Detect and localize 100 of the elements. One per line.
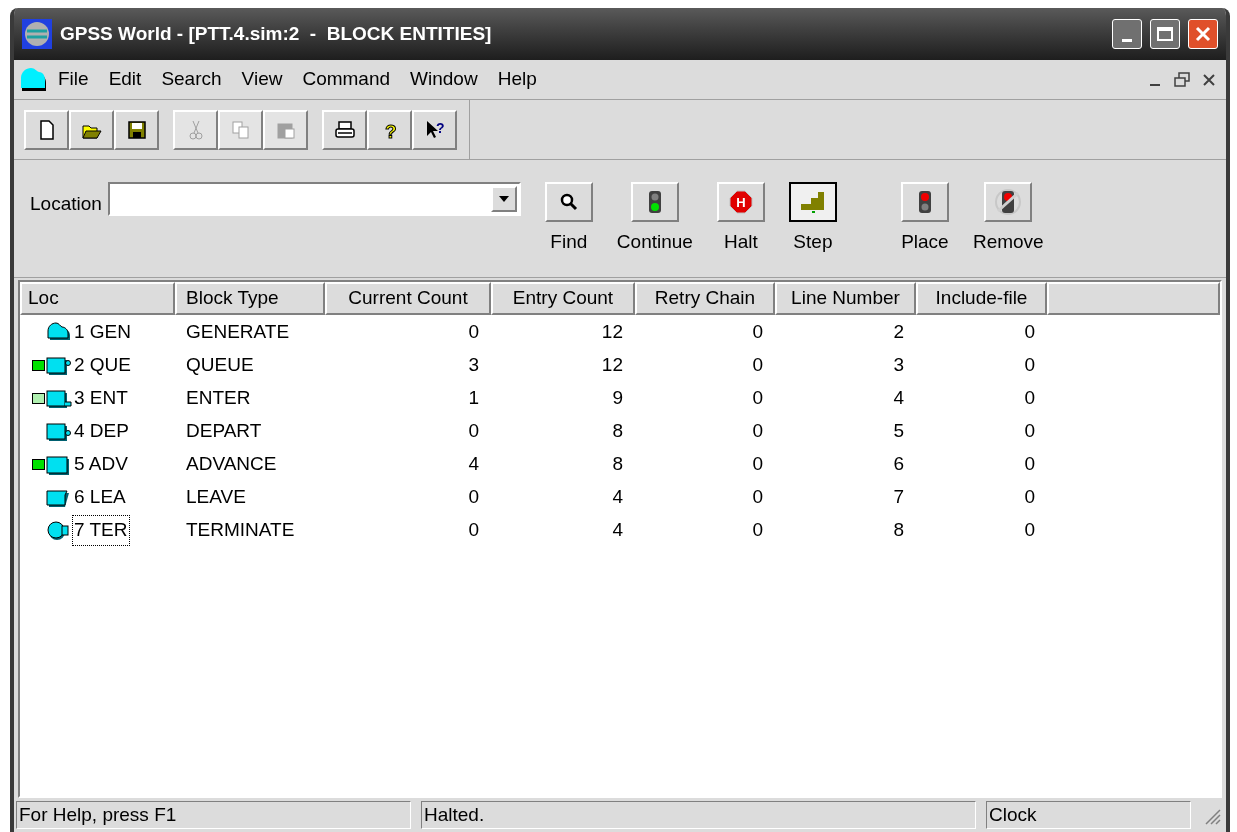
status-pane: Clock [986, 801, 1191, 829]
table-cell-text: 0 [752, 353, 763, 378]
table-cell-text: 0 [752, 485, 763, 510]
toolbar-button[interactable] [114, 109, 159, 150]
command-label: Continue [616, 230, 693, 254]
globe-icon [22, 19, 52, 49]
table-cell-text: 0 [1024, 518, 1035, 543]
table-cell-text: DEPART [186, 419, 262, 444]
table-cell-text: 5 [893, 419, 904, 444]
close-icon [1195, 26, 1211, 42]
toolbar-button[interactable] [24, 109, 69, 150]
block-icon [45, 354, 73, 377]
menu-item[interactable]: Window [400, 65, 488, 94]
menu-item[interactable]: Search [151, 65, 232, 94]
table-cell-text: 8 [612, 419, 623, 444]
menu-item[interactable]: Help [487, 65, 547, 94]
command-button[interactable]: H [716, 182, 765, 222]
table-cell-text: 0 [752, 386, 763, 411]
menu-item[interactable]: File [48, 65, 99, 94]
minimize-icon [1122, 39, 1132, 42]
column-header[interactable]: Entry Count [491, 282, 635, 315]
close-icon[interactable] [1202, 72, 1216, 87]
table-cell-text: 4 [893, 386, 904, 411]
table-cell-text: 3 [893, 353, 904, 378]
table-cell: 7 TER [73, 516, 129, 545]
table-cell-text: 7 [893, 485, 904, 510]
table-cell-text: TERMINATE [186, 518, 295, 543]
minimize-icon[interactable] [1150, 83, 1160, 86]
table-cell-text: 1 GEN [73, 320, 133, 345]
traffic-light-icon [917, 190, 932, 214]
block-icon [45, 420, 73, 443]
column-header[interactable]: Block Type [175, 282, 325, 315]
table-cell-text: 5 ADV [73, 452, 129, 477]
table-cell-text: 0 [468, 485, 479, 510]
minimize-button[interactable] [1112, 19, 1142, 49]
column-header[interactable]: Current Count [325, 282, 491, 315]
menu-item[interactable]: Edit [98, 65, 152, 94]
help-icon: ? [378, 118, 401, 141]
table-cell-text: 8 [893, 518, 904, 543]
column-header[interactable]: Retry Chain [635, 282, 775, 315]
status-pane: For Help, press F1 [16, 801, 411, 829]
dropdown-button[interactable] [490, 186, 517, 212]
table-cell-text: 0 [1024, 452, 1035, 477]
table-cell-text: 0 [1024, 485, 1035, 510]
table-cell-text: 2 QUE [73, 353, 133, 378]
table-cell-text: 4 DEP [73, 419, 130, 444]
menu-item[interactable]: View [231, 65, 293, 94]
table-cell-text: 0 [468, 320, 479, 345]
command-label: Step [793, 230, 833, 254]
toolbar-button[interactable]: ? [412, 109, 457, 150]
table-cell-text: 0 [752, 320, 763, 345]
command-label: Place [901, 230, 949, 254]
table-cell-text: 6 LEA [73, 485, 127, 510]
table-cell-text: 0 [468, 518, 479, 543]
toolbar-button[interactable] [322, 109, 367, 150]
table-cell-text: 0 [752, 518, 763, 543]
table-cell-text: 4 [612, 518, 623, 543]
status-pane: Halted. [421, 801, 976, 829]
copy-icon [229, 118, 252, 141]
maximize-button[interactable] [1150, 19, 1180, 49]
table-cell-text: 0 [1024, 353, 1035, 378]
location-combobox[interactable] [107, 182, 521, 216]
table-cell-text: 4 [612, 485, 623, 510]
table-cell-text: ADVANCE [186, 452, 277, 477]
table-cell-text: 3 ENT [73, 386, 129, 411]
table-cell-text: 4 [468, 452, 479, 477]
table-cell-text: ENTER [186, 386, 251, 411]
table-cell-text: 12 [601, 353, 623, 378]
traffic-light-icon [647, 190, 662, 214]
column-header[interactable] [1047, 282, 1220, 315]
table-cell-text: 3 [468, 353, 479, 378]
table-cell-text: LEAVE [186, 485, 246, 510]
table-cell-text: 0 [1024, 386, 1035, 411]
table-cell-text: 2 [893, 320, 904, 345]
maximize-icon [1157, 27, 1173, 41]
table-cell-text: 9 [612, 386, 623, 411]
column-header[interactable]: Loc [20, 282, 175, 315]
table-cell-text: 1 [468, 386, 479, 411]
close-button[interactable] [1188, 19, 1218, 49]
command-label: Remove [972, 230, 1044, 254]
stop-sign-icon: H [728, 190, 753, 214]
menu-item[interactable]: Command [292, 65, 401, 94]
restore-icon[interactable] [1174, 71, 1190, 88]
command-button[interactable] [788, 182, 837, 222]
table-cell-text: 0 [752, 452, 763, 477]
caret-icon [498, 196, 509, 202]
column-header[interactable]: Line Number [775, 282, 916, 315]
table-cell-text: 6 [893, 452, 904, 477]
search-icon [558, 192, 579, 212]
table-cell-text: 0 [1024, 320, 1035, 345]
table-cell-text: QUEUE [186, 353, 254, 378]
table-cell-text: 0 [752, 419, 763, 444]
block-icon [45, 387, 73, 410]
table-cell-text: 8 [612, 452, 623, 477]
traffic-light-crossed-icon [993, 189, 1024, 215]
command-label: Find [550, 230, 588, 254]
table-cell-text: GENERATE [186, 320, 290, 345]
table-cell-text: 0 [468, 419, 479, 444]
toolbar-button[interactable] [69, 109, 114, 150]
column-header[interactable]: Include-file [916, 282, 1047, 315]
